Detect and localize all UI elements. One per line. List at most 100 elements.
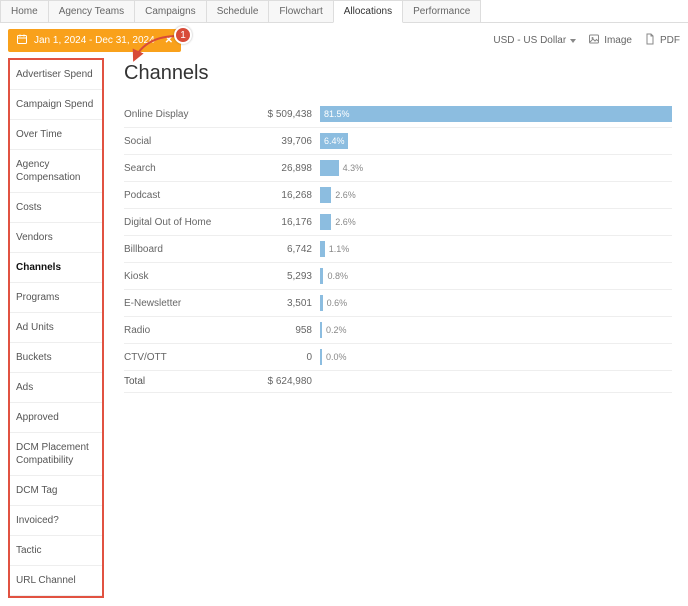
chart-pct: 0.2% <box>322 325 351 335</box>
chart-bar <box>320 214 331 230</box>
currency-label: USD - US Dollar <box>493 35 566 46</box>
chart-pct: 0.8% <box>323 271 352 281</box>
chart-category: Kiosk <box>124 271 244 282</box>
channels-chart: Online Display $ 509,438 81.5% Social 39,706… <box>124 101 672 371</box>
sidebar-item-advertiser-spend[interactable]: Advertiser Spend <box>10 60 102 90</box>
chart-bar-wrap: 2.6% <box>320 214 672 230</box>
chart-category: Digital Out of Home <box>124 217 244 228</box>
total-value: $ 624,980 <box>252 376 312 387</box>
chart-bar-wrap: 0.8% <box>320 268 672 284</box>
allocations-sidebar: Advertiser SpendCampaign SpendOver TimeA… <box>8 58 104 598</box>
chart-bar: 81.5% <box>320 106 672 122</box>
chart-category: Billboard <box>124 244 244 255</box>
sidebar-item-programs[interactable]: Programs <box>10 283 102 313</box>
chart-bar-wrap: 0.0% <box>320 349 672 365</box>
sidebar-item-url-channel[interactable]: URL Channel <box>10 566 102 596</box>
sidebar-item-dcm-placement-compatibility[interactable]: DCM Placement Compatibility <box>10 433 102 476</box>
sidebar-item-invoiced-[interactable]: Invoiced? <box>10 506 102 536</box>
chart-pct: 6.4% <box>320 136 349 146</box>
tab-performance[interactable]: Performance <box>402 0 481 22</box>
top-tabs: HomeAgency TeamsCampaignsScheduleFlowcha… <box>0 0 688 23</box>
chart-bar-wrap: 2.6% <box>320 187 672 203</box>
chart-value: 3,501 <box>252 298 312 309</box>
chart-bar <box>320 160 339 176</box>
chart-pct: 4.3% <box>339 163 368 173</box>
calendar-icon <box>16 33 28 48</box>
chart-pct: 0.6% <box>323 298 352 308</box>
chart-bar-wrap: 0.6% <box>320 295 672 311</box>
chart-value: 16,268 <box>252 190 312 201</box>
tab-agency-teams[interactable]: Agency Teams <box>48 0 135 22</box>
chart-bar <box>320 187 331 203</box>
chart-pct: 2.6% <box>331 217 360 227</box>
sidebar-item-agency-compensation[interactable]: Agency Compensation <box>10 150 102 193</box>
tab-schedule[interactable]: Schedule <box>206 0 270 22</box>
chart-value: 16,176 <box>252 217 312 228</box>
sidebar-item-channels[interactable]: Channels <box>10 253 102 283</box>
chart-row: CTV/OTT 0 0.0% <box>124 344 672 371</box>
sidebar-item-costs[interactable]: Costs <box>10 193 102 223</box>
chart-category: Online Display <box>124 109 244 120</box>
chart-row: E-Newsletter 3,501 0.6% <box>124 290 672 317</box>
total-label: Total <box>124 376 244 387</box>
chart-bar-wrap: 4.3% <box>320 160 672 176</box>
total-row: Total $ 624,980 <box>124 371 672 393</box>
chart-bar-wrap: 0.2% <box>320 322 672 338</box>
chart-pct: 2.6% <box>331 190 360 200</box>
chart-category: Search <box>124 163 244 174</box>
chart-pct: 1.1% <box>325 244 354 254</box>
sidebar-item-buckets[interactable]: Buckets <box>10 343 102 373</box>
chart-category: Radio <box>124 325 244 336</box>
page-title: Channels <box>124 62 672 85</box>
chart-category: Social <box>124 136 244 147</box>
pdf-icon <box>644 33 656 48</box>
chart-row: Radio 958 0.2% <box>124 317 672 344</box>
chart-row: Search 26,898 4.3% <box>124 155 672 182</box>
annotation-arrow: 1 <box>130 30 190 66</box>
sidebar-item-dcm-tag[interactable]: DCM Tag <box>10 476 102 506</box>
chart-row: Kiosk 5,293 0.8% <box>124 263 672 290</box>
chart-pct: 81.5% <box>320 109 354 119</box>
export-image-label: Image <box>604 35 632 46</box>
chart-value: 0 <box>252 352 312 363</box>
sidebar-item-ads[interactable]: Ads <box>10 373 102 403</box>
chart-value: 39,706 <box>252 136 312 147</box>
chevron-down-icon <box>570 39 576 43</box>
sidebar-item-vendors[interactable]: Vendors <box>10 223 102 253</box>
chart-row: Social 39,706 6.4% <box>124 128 672 155</box>
tab-home[interactable]: Home <box>0 0 49 22</box>
annotation-badge: 1 <box>174 26 192 44</box>
chart-bar: 6.4% <box>320 133 348 149</box>
chart-row: Digital Out of Home 16,176 2.6% <box>124 209 672 236</box>
chart-value: $ 509,438 <box>252 109 312 120</box>
chart-value: 6,742 <box>252 244 312 255</box>
chart-bar-wrap: 6.4% <box>320 133 672 149</box>
chart-value: 26,898 <box>252 163 312 174</box>
sidebar-item-ad-units[interactable]: Ad Units <box>10 313 102 343</box>
chart-row: Online Display $ 509,438 81.5% <box>124 101 672 128</box>
sidebar-item-approved[interactable]: Approved <box>10 403 102 433</box>
tab-campaigns[interactable]: Campaigns <box>134 0 207 22</box>
tab-flowchart[interactable]: Flowchart <box>268 0 333 22</box>
chart-value: 958 <box>252 325 312 336</box>
export-pdf-label: PDF <box>660 35 680 46</box>
tab-allocations[interactable]: Allocations <box>333 0 403 23</box>
chart-pct: 0.0% <box>322 352 351 362</box>
chart-bar-wrap: 81.5% <box>320 106 672 122</box>
chart-category: E-Newsletter <box>124 298 244 309</box>
chart-row: Billboard 6,742 1.1% <box>124 236 672 263</box>
export-image-link[interactable]: Image <box>588 33 632 48</box>
chart-category: CTV/OTT <box>124 352 244 363</box>
currency-select[interactable]: USD - US Dollar <box>493 35 576 46</box>
chart-row: Podcast 16,268 2.6% <box>124 182 672 209</box>
sidebar-item-tactic[interactable]: Tactic <box>10 536 102 566</box>
image-icon <box>588 33 600 48</box>
toolbar: Jan 1, 2024 - Dec 31, 2024 ✕ USD - US Do… <box>0 23 688 58</box>
chart-bar-wrap: 1.1% <box>320 241 672 257</box>
chart-value: 5,293 <box>252 271 312 282</box>
sidebar-item-campaign-spend[interactable]: Campaign Spend <box>10 90 102 120</box>
sidebar-item-over-time[interactable]: Over Time <box>10 120 102 150</box>
export-pdf-link[interactable]: PDF <box>644 33 680 48</box>
main-panel: 1 Channels Online Display$ 509,43881.5%S… <box>104 58 680 598</box>
chart-category: Podcast <box>124 190 244 201</box>
